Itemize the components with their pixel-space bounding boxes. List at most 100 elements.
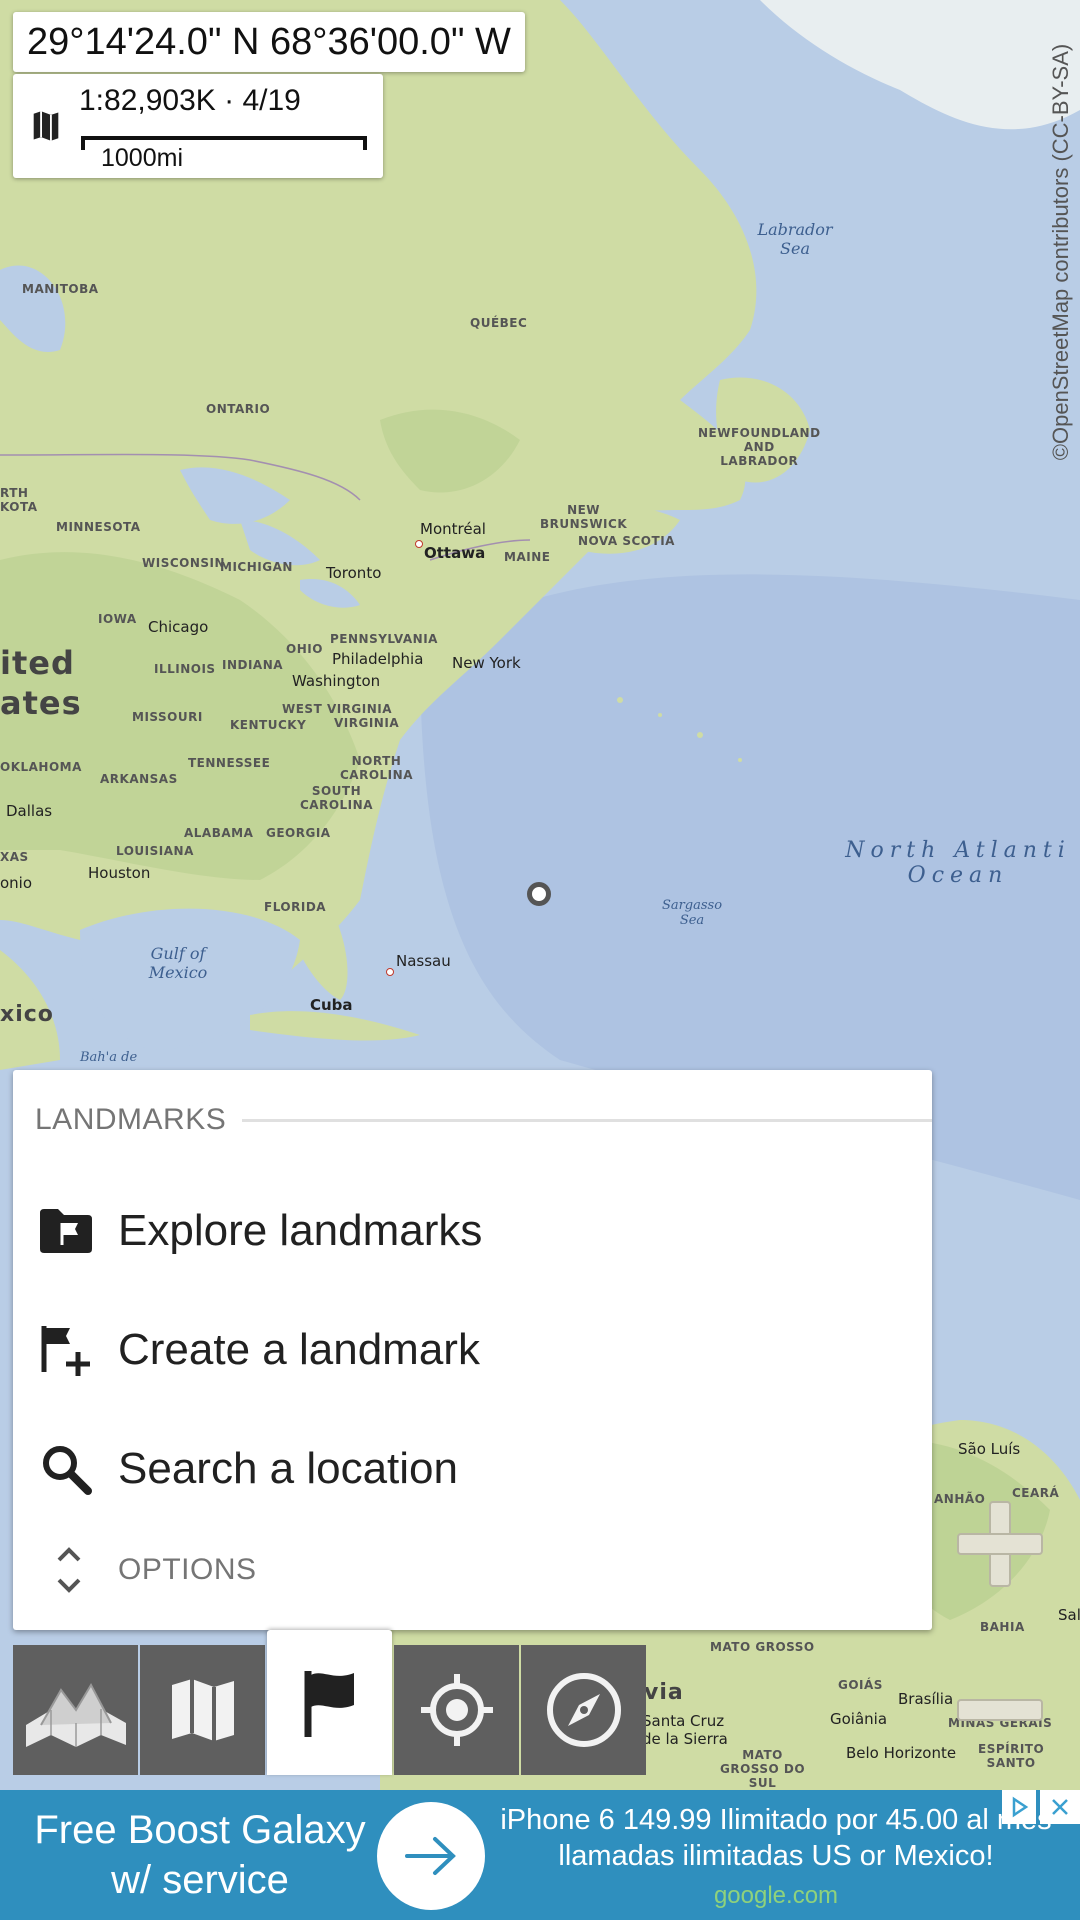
ad-choices-button[interactable] xyxy=(1002,1790,1036,1824)
current-location-marker[interactable] xyxy=(527,882,551,906)
label-cuba: Cuba xyxy=(310,996,353,1014)
label-brasilia: Brasília xyxy=(898,1690,954,1708)
label-virginia: VIRGINIA xyxy=(334,716,400,730)
label-maine: MAINE xyxy=(504,550,551,564)
ad-close-button[interactable] xyxy=(1040,1790,1080,1824)
label-missouri: MISSOURI xyxy=(132,710,203,724)
label-sargasso-line1: Sargasso xyxy=(661,898,723,913)
label-ontario: ONTARIO xyxy=(206,402,271,416)
map-attribution: ©OpenStreetMap contributors (CC-BY-SA) xyxy=(1046,12,1076,492)
label-florida: FLORIDA xyxy=(264,900,327,914)
landmarks-button[interactable] xyxy=(267,1630,392,1775)
ad-choices-icon xyxy=(1012,1796,1029,1818)
folder-flag-icon xyxy=(37,1202,95,1260)
label-onio: onio xyxy=(0,874,33,892)
label-newfoundland-line2: AND xyxy=(743,440,775,454)
label-gulf-line2: Mexico xyxy=(148,963,208,982)
label-mato-grosso-do-sul: MATO GROSSO DO SUL xyxy=(720,1748,805,1790)
label-north-atlantic-line1: North Atlanti xyxy=(845,838,1071,863)
label-new-brunswick-line1: NEW xyxy=(567,503,601,517)
search-location-item[interactable]: Search a location xyxy=(13,1414,932,1524)
label-sao-luis: São Luís xyxy=(958,1440,1021,1458)
options-toggle[interactable]: OPTIONS xyxy=(13,1525,932,1615)
ad-left-text: Free Boost Galaxy w/ service xyxy=(0,1790,400,1920)
label-south-carolina-line1: SOUTH xyxy=(311,784,362,798)
label-labrador-sea-line1: Labrador xyxy=(757,220,833,239)
label-labrador-sea: Labrador Sea xyxy=(745,220,845,258)
label-santa-cruz-line2: de la Sierra xyxy=(642,1730,728,1748)
ad-right-content: iPhone 6 149.99 Ilimitado por 45.00 al m… xyxy=(440,1790,1080,1920)
label-newfoundland-line1: NEWFOUNDLAND xyxy=(698,426,821,440)
map-view-button[interactable] xyxy=(140,1645,265,1775)
label-montreal: Montréal xyxy=(420,520,486,538)
label-ms-line1: MATO xyxy=(742,1748,783,1762)
ad-left-line1: Free Boost Galaxy xyxy=(34,1808,366,1852)
map-icon xyxy=(171,1679,234,1741)
label-ohio: OHIO xyxy=(286,642,323,656)
label-north-atlantic: North Atlanti Ocean xyxy=(828,838,1080,888)
label-georgia: GEORGIA xyxy=(266,826,331,840)
compass-button[interactable] xyxy=(521,1645,646,1775)
explore-landmarks-item[interactable]: Explore landmarks xyxy=(13,1176,932,1286)
label-michigan: MICHIGAN xyxy=(220,560,293,574)
search-location-label: Search a location xyxy=(118,1444,458,1493)
label-arkansas: ARKANSAS xyxy=(100,772,178,786)
label-goiania: Goiânia xyxy=(830,1710,888,1728)
plus-icon xyxy=(957,1501,1043,1587)
label-united: ited xyxy=(0,644,75,682)
label-salvador: Sal xyxy=(1058,1606,1080,1624)
label-goias: GOIÁS xyxy=(838,1678,883,1692)
ad-banner[interactable]: Free Boost Galaxy w/ service iPhone 6 14… xyxy=(0,1790,1080,1920)
header-divider xyxy=(242,1118,932,1122)
label-newfoundland: NEWFOUNDLAND AND LABRADOR xyxy=(698,426,821,468)
attribution-text: ©OpenStreetMap contributors (CC-BY-SA) xyxy=(1048,43,1073,461)
create-landmark-item[interactable]: Create a landmark xyxy=(13,1295,932,1405)
label-xas: XAS xyxy=(0,850,29,864)
label-toronto: Toronto xyxy=(326,564,382,582)
label-bolivia: via xyxy=(644,1680,684,1705)
label-philadelphia: Philadelphia xyxy=(332,650,424,668)
compass-icon xyxy=(546,1673,621,1747)
zoom-in-button[interactable] xyxy=(950,1494,1050,1594)
label-sargasso-sea: Sargasso Sea xyxy=(652,898,732,928)
label-nova-scotia: NOVA SCOTIA xyxy=(578,534,675,548)
label-santa-cruz: Santa Cruz de la Sierra xyxy=(642,1712,728,1748)
landmarks-panel: LANDMARKS Explore landmarks Create a lan… xyxy=(13,1070,932,1630)
label-oklahoma: OKLAHOMA xyxy=(0,760,82,774)
label-new-brunswick-line2: BRUNSWICK xyxy=(540,517,628,531)
label-pennsylvania: PENNSYLVANIA xyxy=(330,632,438,646)
label-bahia-de: Bah'a de xyxy=(80,1050,138,1065)
label-north-carolina: NORTH CAROLINA xyxy=(340,754,413,782)
label-indiana: INDIANA xyxy=(222,658,284,672)
flag-plus-icon xyxy=(37,1321,95,1379)
label-iowa: IOWA xyxy=(98,612,137,626)
label-newfoundland-line3: LABRADOR xyxy=(720,454,799,468)
label-mexico: xico xyxy=(0,1002,54,1027)
label-tennessee: TENNESSEE xyxy=(188,756,271,770)
label-new-brunswick: NEW BRUNSWICK xyxy=(540,503,627,531)
bottom-toolbar xyxy=(13,1630,648,1775)
zoom-out-button[interactable] xyxy=(950,1660,1050,1760)
label-illinois: ILLINOIS xyxy=(154,662,216,676)
label-nassau: Nassau xyxy=(396,952,451,970)
city-dot-ottawa xyxy=(415,540,423,548)
scale-display[interactable]: 1:82,903K · 4/19 1000mi xyxy=(13,74,383,178)
explore-landmarks-label: Explore landmarks xyxy=(118,1206,483,1255)
label-wisconsin: WISCONSIN xyxy=(142,556,226,570)
label-houston: Houston xyxy=(88,864,151,882)
coordinates-display[interactable]: 29°14'24.0" N 68°36'00.0" W xyxy=(13,12,525,72)
label-mato-grosso: MATO GROSSO xyxy=(710,1640,815,1654)
terrain-view-button[interactable] xyxy=(13,1645,138,1775)
label-bahia: BAHIA xyxy=(980,1620,1025,1634)
label-gulf-line1: Gulf of xyxy=(150,944,206,963)
label-north-dakota: RTH KOTA xyxy=(0,486,38,514)
expand-collapse-icon xyxy=(49,1540,89,1600)
my-location-button[interactable] xyxy=(394,1645,519,1775)
label-labrador-sea-line2: Sea xyxy=(780,239,810,258)
label-washington: Washington xyxy=(292,672,381,690)
label-quebec: QUÉBEC xyxy=(470,316,528,330)
label-belo-horizonte: Belo Horizonte xyxy=(846,1744,957,1762)
ad-source: google.com xyxy=(713,1882,839,1909)
minus-icon xyxy=(957,1699,1043,1721)
label-chicago: Chicago xyxy=(148,618,209,636)
